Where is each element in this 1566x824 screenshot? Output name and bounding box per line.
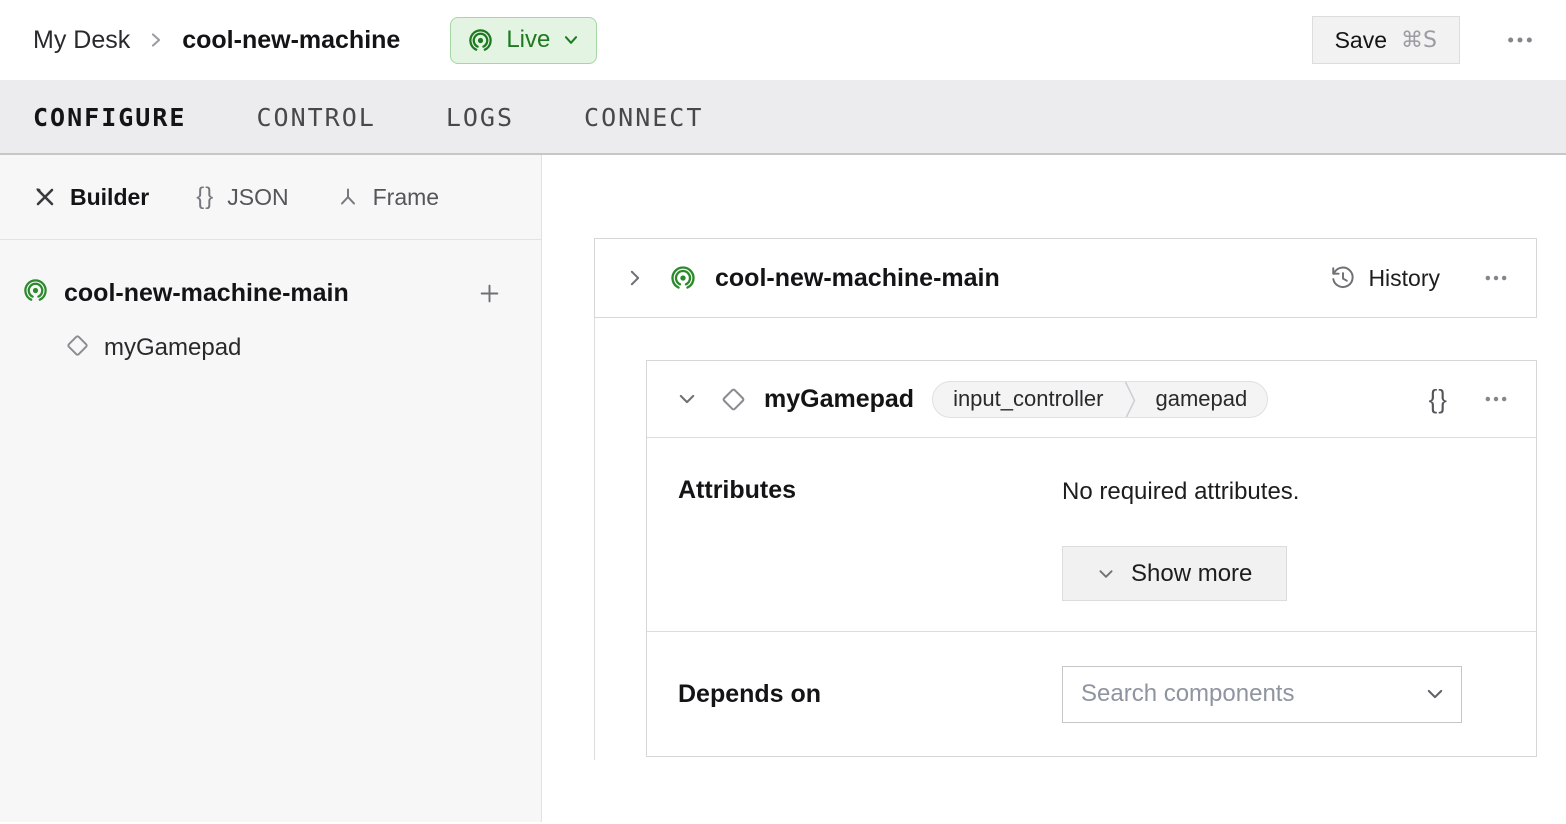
- breadcrumb-chevron-icon: [146, 30, 166, 50]
- mode-frame-label: Frame: [373, 184, 439, 211]
- chevron-down-icon: [562, 31, 580, 49]
- collapse-component-chevron-icon[interactable]: [677, 389, 697, 409]
- attributes-section: Attributes No required attributes. Show …: [647, 438, 1536, 632]
- depends-on-label: Depends on: [678, 680, 1062, 709]
- component-model: gamepad: [1136, 386, 1268, 412]
- show-more-label: Show more: [1131, 560, 1252, 588]
- attributes-label: Attributes: [678, 476, 1062, 631]
- machine-tree: cool-new-machine-main myGamepad: [0, 240, 541, 372]
- machine-status-label: Live: [506, 26, 550, 54]
- header-overflow-menu-button[interactable]: [1504, 24, 1536, 56]
- tab-connect[interactable]: CONNECT: [584, 103, 703, 132]
- tree-item-label: cool-new-machine-main: [64, 279, 476, 308]
- search-components-input[interactable]: [1081, 680, 1425, 708]
- tab-control[interactable]: CONTROL: [256, 103, 375, 132]
- mode-frame-button[interactable]: Frame: [336, 184, 439, 211]
- tools-icon: [33, 185, 57, 209]
- machine-live-icon: [467, 27, 494, 54]
- component-json-toggle-button[interactable]: {}: [1429, 384, 1448, 415]
- configure-workspace: Builder {} JSON Frame: [0, 155, 1566, 822]
- save-shortcut-hint: ⌘S: [1401, 28, 1437, 53]
- part-card-menu-button[interactable]: [1482, 264, 1510, 292]
- history-button[interactable]: History: [1330, 265, 1440, 292]
- component-card-header: myGamepad input_controller gamepad {}: [647, 361, 1536, 438]
- tree-connector-line: [594, 318, 595, 760]
- component-diamond-icon: [64, 332, 91, 364]
- breadcrumb-current: cool-new-machine: [182, 26, 400, 55]
- mode-json-label: JSON: [227, 184, 288, 211]
- tab-bar: CONFIGURE CONTROL LOGS CONNECT: [0, 81, 1566, 155]
- tab-logs[interactable]: LOGS: [446, 103, 514, 132]
- component-card-title: myGamepad: [764, 385, 914, 414]
- depends-on-select[interactable]: [1062, 666, 1462, 723]
- depends-on-section: Depends on: [647, 632, 1536, 756]
- component-menu-button[interactable]: [1482, 385, 1510, 413]
- breadcrumb-parent-link[interactable]: My Desk: [33, 26, 130, 55]
- add-component-button[interactable]: [476, 280, 503, 307]
- show-more-button[interactable]: Show more: [1062, 546, 1287, 601]
- tree-item-label: myGamepad: [104, 334, 241, 362]
- badge-separator-chevron: [1124, 382, 1136, 417]
- component-diamond-icon: [719, 385, 748, 414]
- save-button-label: Save: [1335, 27, 1387, 54]
- mode-builder-label: Builder: [70, 184, 149, 211]
- save-button[interactable]: Save ⌘S: [1312, 16, 1460, 64]
- history-button-label: History: [1368, 265, 1440, 292]
- machine-part-icon: [669, 264, 697, 292]
- history-icon: [1330, 265, 1356, 291]
- machine-status-dropdown[interactable]: Live: [450, 17, 597, 64]
- part-card-title: cool-new-machine-main: [715, 264, 1000, 293]
- no-attributes-text: No required attributes.: [1062, 478, 1299, 506]
- tree-item-machine-part[interactable]: cool-new-machine-main: [0, 268, 541, 318]
- config-sidebar: Builder {} JSON Frame: [0, 155, 542, 822]
- chevron-down-icon: [1425, 684, 1445, 704]
- axes-icon: [336, 185, 360, 209]
- expand-part-chevron-icon[interactable]: [625, 268, 645, 288]
- mode-json-button[interactable]: {} JSON: [196, 183, 288, 211]
- machine-part-icon: [22, 277, 49, 309]
- machine-part-card: cool-new-machine-main History: [594, 238, 1537, 318]
- component-type: input_controller: [933, 386, 1123, 412]
- braces-icon: {}: [196, 183, 214, 211]
- component-card: myGamepad input_controller gamepad {} A: [646, 360, 1537, 757]
- view-mode-switcher: Builder {} JSON Frame: [0, 155, 541, 240]
- component-type-badge: input_controller gamepad: [932, 381, 1268, 418]
- top-header: My Desk cool-new-machine Live Save ⌘S: [0, 0, 1566, 81]
- config-main-panel: cool-new-machine-main History: [542, 155, 1566, 822]
- chevron-down-icon: [1097, 565, 1115, 583]
- tree-item-component[interactable]: myGamepad: [0, 324, 541, 372]
- tab-configure[interactable]: CONFIGURE: [33, 103, 186, 132]
- mode-builder-button[interactable]: Builder: [33, 184, 149, 211]
